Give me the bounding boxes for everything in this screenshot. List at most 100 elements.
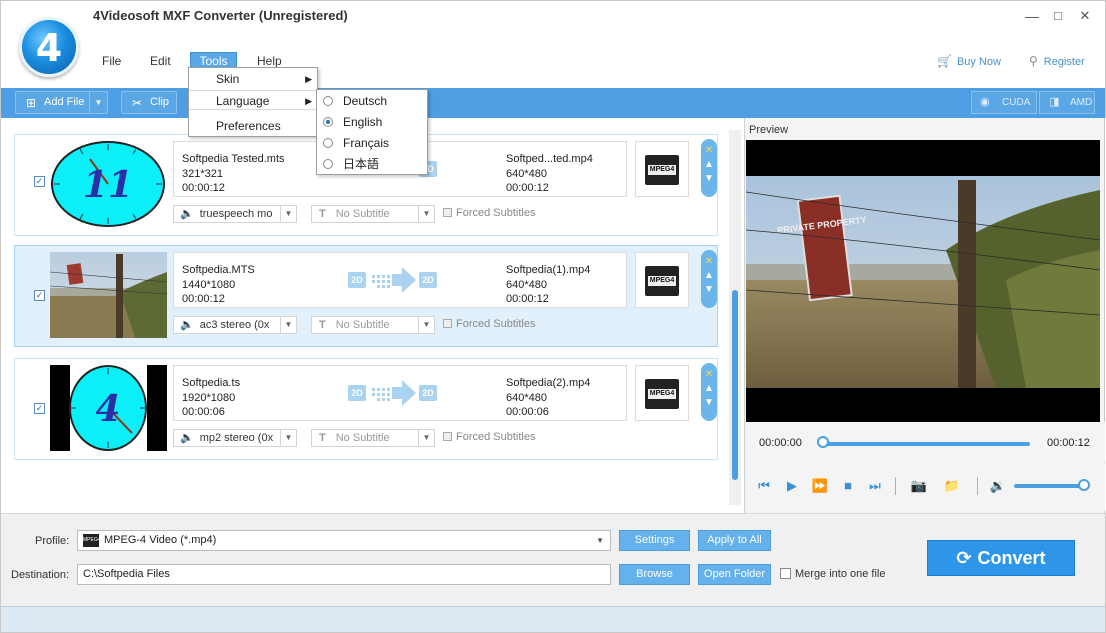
conversion-info: Softpedia.MTS 1440*1080 00:00:12 2D 2D S… xyxy=(173,252,627,308)
language-item-japanese[interactable]: 日本語 xyxy=(317,154,427,174)
checkbox-box xyxy=(443,319,452,328)
video-thumbnail: 11 xyxy=(50,141,167,227)
output-format-button[interactable]: MPEG4 xyxy=(635,365,689,421)
apply-to-all-button[interactable]: Apply to All xyxy=(698,530,771,551)
file-checkbox[interactable]: ✓ xyxy=(34,403,45,414)
audio-track-select[interactable]: 🔈 mp2 stereo (0x ▼ xyxy=(173,429,297,447)
file-checkbox[interactable]: ✓ xyxy=(34,176,45,187)
chevron-down-icon: ▼ xyxy=(280,430,296,446)
language-item-english[interactable]: English xyxy=(317,112,427,132)
volume-track[interactable] xyxy=(1014,484,1084,488)
seek-track[interactable] xyxy=(820,442,1030,446)
radio-selected-icon xyxy=(323,117,333,127)
close-icon[interactable]: ✕ xyxy=(701,256,717,267)
chevron-down-icon: ▼ xyxy=(418,206,434,222)
chevron-down-icon[interactable]: ▼ xyxy=(89,92,107,113)
preview-panel: Preview PRIVATE PROPERTY 00:00:00 00:00:… xyxy=(744,118,1105,513)
language-item-deutsch[interactable]: Deutsch xyxy=(317,91,427,111)
menu-item-preferences[interactable]: Preferences xyxy=(189,116,317,136)
destination-label: Destination: xyxy=(11,569,70,581)
menu-item-skin[interactable]: Skin ▶ xyxy=(189,69,317,89)
camera-icon[interactable]: 📷 xyxy=(910,477,928,495)
menu-item-language[interactable]: Language ▶ xyxy=(189,90,317,110)
close-icon[interactable]: ✕ xyxy=(701,145,717,156)
output-filename: Softpedia(2).mp4 xyxy=(506,377,591,389)
browse-button[interactable]: Browse xyxy=(619,564,690,585)
film-icon: MPEG4 xyxy=(645,379,679,409)
chevron-down-icon: ▼ xyxy=(418,317,434,333)
move-down-icon[interactable]: ▼ xyxy=(701,397,717,408)
source-filename: Softpedia Tested.mts xyxy=(182,153,285,165)
menu-item-label: Skin xyxy=(216,72,240,86)
checkbox-box xyxy=(443,432,452,441)
move-up-icon[interactable]: ▲ xyxy=(701,383,717,394)
status-bar xyxy=(0,606,1106,633)
move-down-icon[interactable]: ▼ xyxy=(701,173,717,184)
audio-track-select[interactable]: 🔈 ac3 stereo (0x ▼ xyxy=(173,316,297,334)
move-down-icon[interactable]: ▼ xyxy=(701,284,717,295)
menu-tools[interactable]: Tools xyxy=(190,52,237,68)
menu-edit[interactable]: Edit xyxy=(147,53,174,69)
refresh-icon: ⟳ xyxy=(956,548,972,568)
forced-subtitles-label: Forced Subtitles xyxy=(456,207,536,219)
open-folder-button[interactable]: Open Folder xyxy=(698,564,771,585)
settings-button[interactable]: Settings xyxy=(619,530,690,551)
playback-controls: ⏮ ▶ ⏩ ■ ⏭ 📷 📁 🔉 xyxy=(745,463,1105,511)
add-file-button[interactable]: ⊞ Add File ▼ xyxy=(15,91,108,114)
maximize-button[interactable]: □ xyxy=(1047,6,1069,26)
play-icon[interactable]: ▶ xyxy=(783,477,801,495)
skip-back-icon[interactable]: ⏮ xyxy=(755,477,773,495)
audio-track-label: truespeech mo xyxy=(199,208,273,220)
buy-now-link[interactable]: 🛒 Buy Now xyxy=(937,54,1001,68)
minimize-button[interactable]: — xyxy=(1021,6,1043,26)
output-2d-badge: 2D xyxy=(419,385,437,401)
subtitle-select: T No Subtitle ▼ xyxy=(311,316,435,334)
register-link[interactable]: ⚲ Register xyxy=(1029,54,1085,68)
volume-knob[interactable] xyxy=(1078,479,1090,491)
output-format-button[interactable]: MPEG4 xyxy=(635,252,689,308)
volume-icon[interactable]: 🔉 xyxy=(989,477,1007,495)
list-scrollbar[interactable] xyxy=(729,130,741,505)
current-time: 00:00:00 xyxy=(759,437,802,449)
amd-button[interactable]: ◨ AMD xyxy=(1039,91,1095,114)
destination-input[interactable]: C:\Softpedia Files xyxy=(77,564,611,585)
language-submenu: Deutsch English Français 日本語 xyxy=(316,89,428,175)
text-icon: T xyxy=(319,432,326,444)
input-2d-badge: 2D xyxy=(348,385,366,401)
move-up-icon[interactable]: ▲ xyxy=(701,159,717,170)
radio-icon xyxy=(323,96,333,106)
audio-track-select[interactable]: 🔈 truespeech mo ▼ xyxy=(173,205,297,223)
convert-arrow-icon xyxy=(372,267,416,293)
clip-button[interactable]: ✂ Clip xyxy=(121,91,177,114)
file-item[interactable]: ✓ Softpedia.MTS 1440*1080 00:00:12 2D 2D… xyxy=(14,245,718,347)
merge-checkbox[interactable]: Merge into one file xyxy=(780,568,886,580)
profile-select[interactable]: MPEG4 MPEG-4 Video (*.mp4) ▼ xyxy=(77,530,611,551)
language-item-francais[interactable]: Français xyxy=(317,133,427,153)
conversion-info: Softpedia.ts 1920*1080 00:00:06 2D 2D So… xyxy=(173,365,627,421)
add-file-label: Add File xyxy=(44,96,85,108)
subtitle-label: No Subtitle xyxy=(335,319,390,331)
convert-button[interactable]: ⟳ Convert xyxy=(927,540,1075,576)
source-resolution: 1440*1080 xyxy=(182,279,236,291)
language-label: Deutsch xyxy=(343,94,388,108)
move-up-icon[interactable]: ▲ xyxy=(701,270,717,281)
seek-knob[interactable] xyxy=(817,436,829,448)
file-item[interactable]: ✓ 4 Softpedia.ts 1920*1080 00:00:06 2D 2… xyxy=(14,358,718,460)
mpeg4-format-icon: MPEG4 xyxy=(83,534,101,547)
source-filename: Softpedia.ts xyxy=(182,377,241,389)
title-bar: 4 4Videosoft MXF Converter (Unregistered… xyxy=(0,0,1106,88)
stop-icon[interactable]: ■ xyxy=(839,477,857,495)
output-format-button[interactable]: MPEG4 xyxy=(635,141,689,197)
fast-forward-icon[interactable]: ⏩ xyxy=(811,477,829,495)
video-preview[interactable]: PRIVATE PROPERTY xyxy=(746,140,1100,422)
skip-forward-icon[interactable]: ⏭ xyxy=(866,477,884,495)
video-thumbnail xyxy=(50,252,167,338)
menu-file[interactable]: File xyxy=(99,53,124,69)
file-checkbox[interactable]: ✓ xyxy=(34,290,45,301)
close-button[interactable]: ✕ xyxy=(1074,6,1096,26)
folder-icon[interactable]: 📁 xyxy=(943,477,961,495)
amd-label: AMD xyxy=(1070,97,1093,108)
close-icon[interactable]: ✕ xyxy=(701,369,717,380)
cuda-button[interactable]: ◉ CUDA xyxy=(971,91,1037,114)
scrollbar-thumb[interactable] xyxy=(732,290,738,480)
